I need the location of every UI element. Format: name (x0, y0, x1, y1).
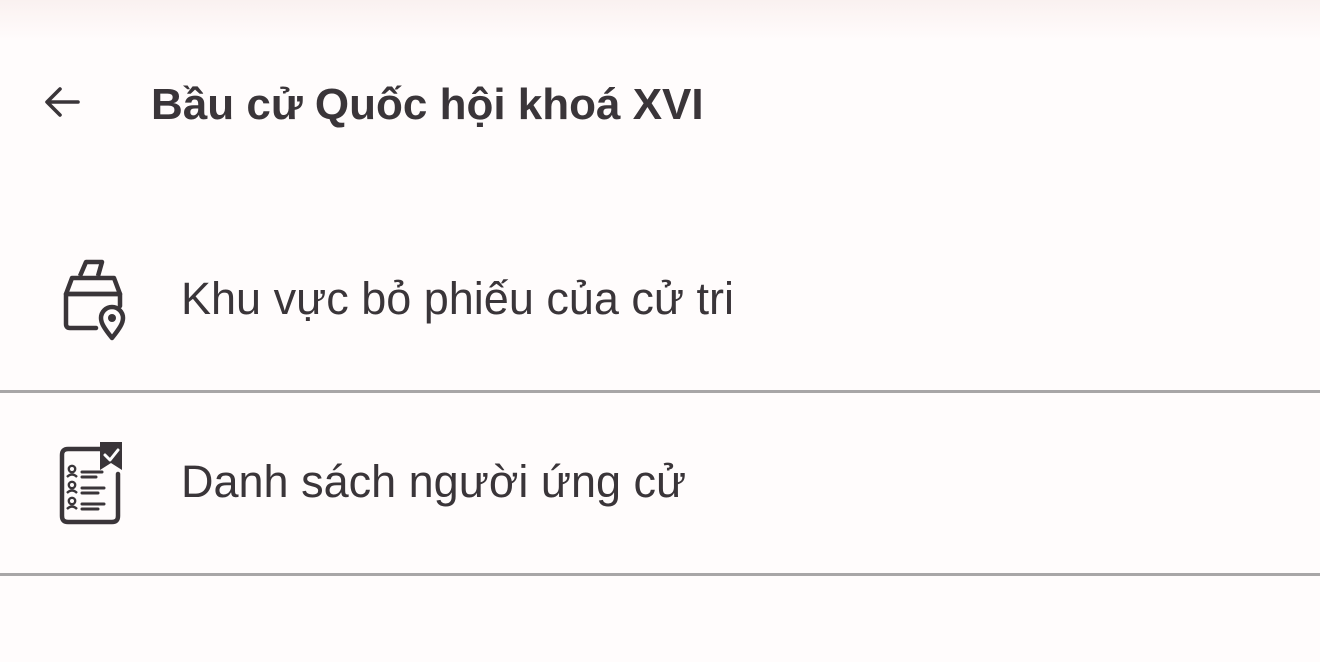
page-title: Bầu cử Quốc hội khoá XVI (151, 80, 704, 129)
ballot-box-location-icon (52, 256, 128, 342)
back-button[interactable] (30, 70, 94, 134)
menu-item-voting-area[interactable]: Khu vực bỏ phiếu của cử tri (0, 208, 1320, 393)
candidate-list-icon (52, 440, 128, 526)
app-header: Bầu cử Quốc hội khoá XVI (0, 58, 1320, 154)
menu-item-label: Danh sách người ứng cử (181, 456, 687, 507)
menu-item-label: Khu vực bỏ phiếu của cử tri (181, 273, 735, 324)
menu-list: Khu vực bỏ phiếu của cử tri Danh sách ng… (0, 208, 1320, 576)
arrow-left-icon (38, 78, 86, 126)
top-banner-fade (0, 0, 1320, 40)
